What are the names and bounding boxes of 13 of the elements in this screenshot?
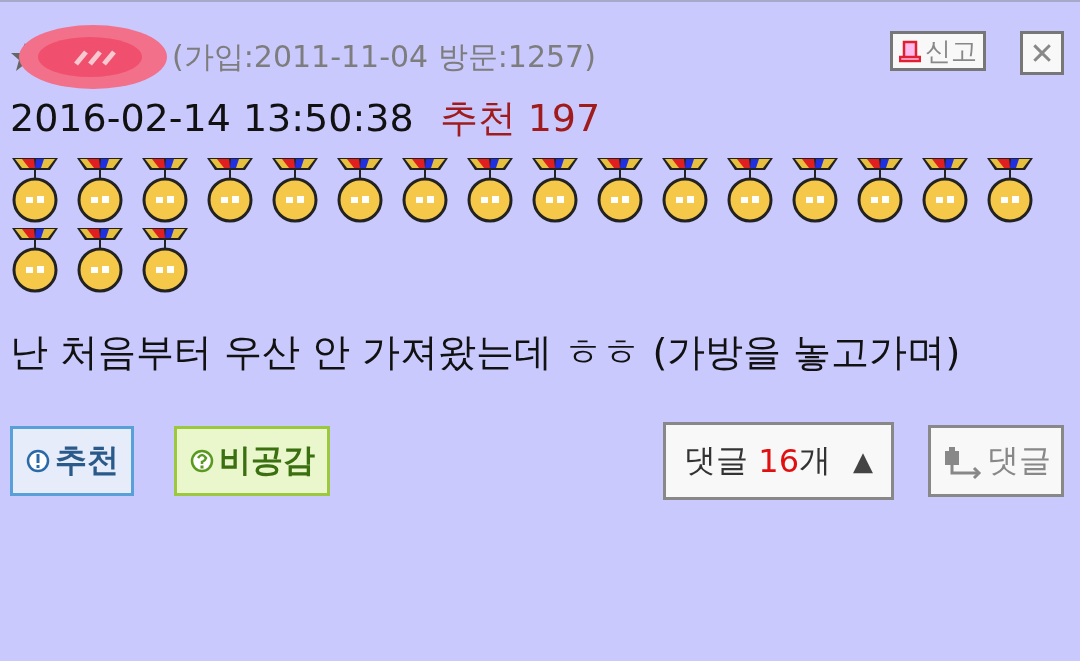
report-button[interactable]: 신고 <box>890 31 986 71</box>
comment-text: 난 처음부터 우산 안 가져왔는데 ㅎㅎ (가방을 놓고가며) <box>10 329 962 376</box>
question-icon <box>189 448 215 474</box>
siren-icon <box>899 39 921 63</box>
replies-toggle[interactable]: 댓글 16개 ▲ <box>663 422 894 500</box>
close-button[interactable]: ✕ <box>1020 31 1064 75</box>
recommend-count: 추천 197 <box>439 94 601 142</box>
recommend-button[interactable]: 추천 <box>10 426 134 496</box>
member-info: (가입:2011-11-04 방문:1257) <box>172 37 596 76</box>
exclamation-icon <box>25 448 51 474</box>
reply-button[interactable]: 댓글 <box>928 425 1064 497</box>
disagree-button[interactable]: 비공감 <box>174 426 330 496</box>
post-datetime: 2016-02-14 13:50:38 <box>10 96 414 140</box>
